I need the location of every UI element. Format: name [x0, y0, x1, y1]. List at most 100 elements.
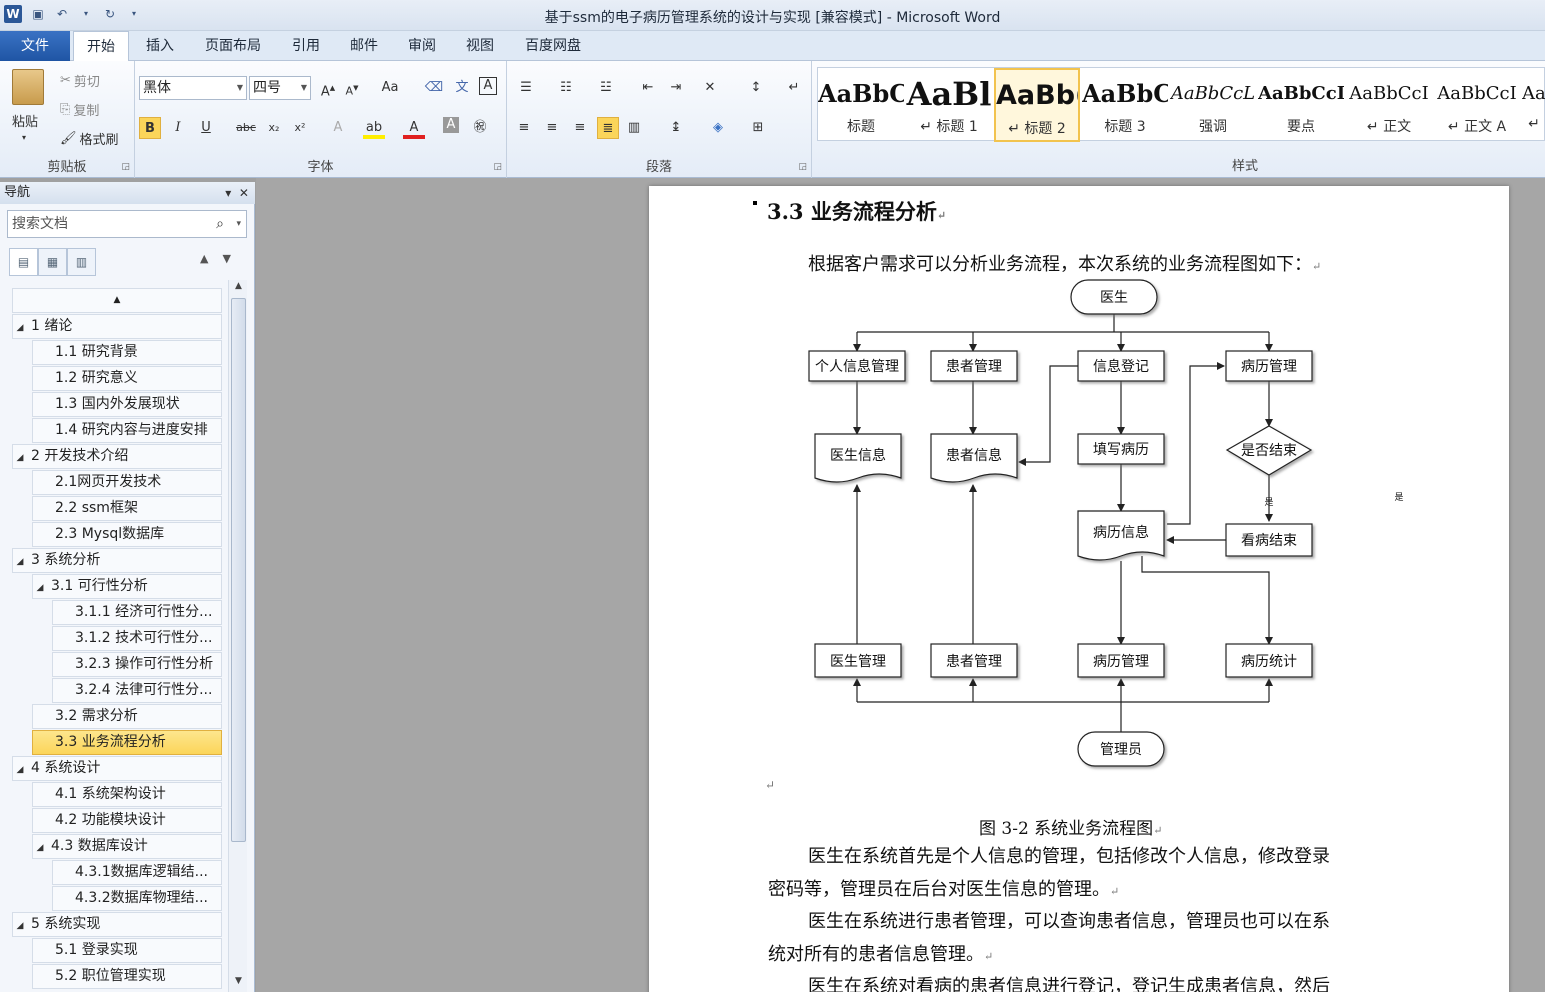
align-left-icon[interactable]: ≡ [513, 117, 535, 139]
nav-heading-item[interactable]: ◢ 2 开发技术介绍 [12, 444, 222, 469]
tab-insert[interactable]: 插入 [138, 31, 182, 61]
font-color-icon[interactable]: A [403, 117, 425, 139]
bold-icon[interactable]: B [139, 117, 161, 139]
nav-heading-item[interactable]: 4.1 系统架构设计 [32, 782, 222, 807]
strikethrough-icon[interactable]: abc [235, 117, 257, 139]
scroll-thumb[interactable] [231, 298, 246, 842]
chevron-down-icon[interactable]: ▾ [236, 211, 241, 237]
next-heading-icon[interactable]: ▼ [222, 252, 230, 265]
char-shading-icon[interactable]: A [443, 117, 459, 133]
search-icon[interactable]: ⌕ [216, 211, 224, 237]
decrease-indent-icon[interactable]: ⇤ [637, 77, 659, 99]
nav-heading-item[interactable]: 4.3.1数据库逻辑结... [52, 860, 222, 885]
align-center-icon[interactable]: ≡ [541, 117, 563, 139]
nav-heading-item[interactable]: 1.3 国内外发展现状 [32, 392, 222, 417]
nav-heading-item[interactable]: 1.2 研究意义 [32, 366, 222, 391]
format-painter-button[interactable]: 🖌 格式刷 [60, 129, 119, 148]
document-page[interactable]: 3.3 业务流程分析↵ 根据客户需求可以分析业务流程，本次系统的业务流程图如下：… [649, 186, 1509, 992]
subscript-icon[interactable]: x₂ [263, 117, 285, 139]
nav-heading-item[interactable]: 5.2 职位管理实现 [32, 964, 222, 989]
collapse-all-icon[interactable]: ▲ [12, 288, 222, 313]
nav-heading-item[interactable]: 3.2.4 法律可行性分... [52, 678, 222, 703]
line-spacing-icon[interactable]: ↨ [665, 117, 687, 139]
nav-scrollbar[interactable]: ▲ ▼ [228, 280, 247, 992]
change-case-icon[interactable]: Aa [379, 77, 401, 99]
style-normal[interactable]: AaBbCcI ↵ 正文 [1346, 68, 1432, 142]
close-icon[interactable]: ▾ ✕ [225, 182, 249, 204]
style-heading-1[interactable]: AaBl ↵ 标题 1 [906, 68, 992, 142]
nav-heading-item[interactable]: 1.1 研究背景 [32, 340, 222, 365]
style-heading-3[interactable]: AaBbC 标题 3 [1082, 68, 1168, 142]
paste-icon[interactable] [12, 69, 44, 105]
multilevel-list-icon[interactable]: ☳ [595, 77, 617, 99]
nav-search-input[interactable]: 搜索文档 ⌕ ▾ [7, 210, 247, 238]
style-heading-2[interactable]: AaBb(↵ 标题 2 [994, 68, 1080, 142]
nav-heading-item[interactable]: 2.2 ssm框架 [32, 496, 222, 521]
superscript-icon[interactable]: x² [289, 117, 311, 139]
pages-view-icon[interactable]: ▦ [38, 248, 67, 276]
chinese-layout-icon[interactable]: ✕ [699, 77, 721, 99]
grow-font-icon[interactable]: A▲ [317, 77, 339, 99]
tab-mailings[interactable]: 邮件 [342, 31, 386, 61]
nav-heading-item[interactable]: 1.4 研究内容与进度安排 [32, 418, 222, 443]
nav-heading-item[interactable]: ◢ 4.3 数据库设计 [32, 834, 222, 859]
cut-button[interactable]: ✂ 剪切 [60, 71, 100, 90]
tab-file[interactable]: 文件 [0, 31, 70, 61]
paste-button[interactable]: 粘贴 [12, 111, 38, 130]
show-marks-icon[interactable]: ↵ [783, 77, 805, 99]
tab-review[interactable]: 审阅 [400, 31, 444, 61]
scroll-up-icon[interactable]: ▲ [229, 281, 248, 297]
expand-toggle-icon[interactable]: ◢ [13, 447, 27, 468]
increase-indent-icon[interactable]: ⇥ [665, 77, 687, 99]
enclosed-char-icon[interactable]: ㊗ [469, 117, 491, 139]
previous-heading-icon[interactable]: ▲ [200, 252, 208, 265]
highlight-icon[interactable]: ab [363, 117, 385, 139]
font-size-combo[interactable]: 四号 ▼ [249, 76, 311, 100]
numbering-icon[interactable]: ☷ [555, 77, 577, 99]
bullets-icon[interactable]: ☰ [515, 77, 537, 99]
expand-toggle-icon[interactable]: ◢ [33, 577, 47, 598]
tab-page-layout[interactable]: 页面布局 [196, 31, 270, 61]
nav-heading-item[interactable]: 3.2 需求分析 [32, 704, 222, 729]
align-right-icon[interactable]: ≡ [569, 117, 591, 139]
sort-icon[interactable]: ↕ [745, 77, 767, 99]
nav-heading-item[interactable]: 3.1.2 技术可行性分... [52, 626, 222, 651]
expand-toggle-icon[interactable]: ◢ [13, 551, 27, 572]
style-more[interactable]: Aa ↵ [1522, 68, 1545, 142]
font-name-combo[interactable]: 黑体 ▼ [139, 76, 247, 100]
distributed-icon[interactable]: ▥ [623, 117, 645, 139]
shrink-font-icon[interactable]: A▼ [341, 77, 363, 99]
nav-heading-item[interactable]: 2.3 Mysql数据库 [32, 522, 222, 547]
tab-references[interactable]: 引用 [284, 31, 328, 61]
nav-heading-item[interactable]: 5.1 登录实现 [32, 938, 222, 963]
expand-toggle-icon[interactable]: ◢ [33, 837, 47, 858]
tab-baidu-netdisk[interactable]: 百度网盘 [516, 31, 590, 61]
text-effects-icon[interactable]: A [327, 117, 349, 139]
nav-heading-item[interactable]: ◢ 1 绪论 [12, 314, 222, 339]
borders-icon[interactable]: ⊞ [747, 117, 769, 139]
style-normal-a[interactable]: AaBbCcI ↵ 正文 A [1434, 68, 1520, 142]
justify-icon[interactable]: ≣ [597, 117, 619, 139]
nav-heading-item[interactable]: 3.3 业务流程分析 [32, 730, 222, 755]
italic-icon[interactable]: I [167, 117, 189, 139]
char-border-icon[interactable]: A [479, 77, 497, 95]
phonetic-guide-icon[interactable]: 文 [451, 77, 473, 99]
headings-view-icon[interactable]: ▤ [9, 248, 38, 276]
expand-toggle-icon[interactable]: ◢ [13, 915, 27, 936]
dialog-launcher-icon[interactable]: ◲ [798, 162, 807, 172]
nav-heading-item[interactable]: 4.2 功能模块设计 [32, 808, 222, 833]
nav-heading-item[interactable]: ◢ 3 系统分析 [12, 548, 222, 573]
tab-home[interactable]: 开始 [73, 31, 129, 62]
nav-heading-item[interactable]: 3.1.1 经济可行性分... [52, 600, 222, 625]
scroll-down-icon[interactable]: ▼ [229, 976, 248, 992]
expand-toggle-icon[interactable]: ◢ [13, 317, 27, 338]
nav-heading-item[interactable]: ◢ 4 系统设计 [12, 756, 222, 781]
underline-icon[interactable]: U [195, 117, 217, 139]
expand-toggle-icon[interactable]: ◢ [13, 759, 27, 780]
nav-heading-item[interactable]: 2.1网页开发技术 [32, 470, 222, 495]
paste-dropdown-icon[interactable]: ▾ [22, 133, 26, 142]
style-strong[interactable]: AaBbCcI 要点 [1258, 68, 1344, 142]
shading-icon[interactable]: ◈ [707, 117, 729, 139]
nav-heading-item[interactable]: 3.2.3 操作可行性分析 [52, 652, 222, 677]
nav-heading-item[interactable]: 4.3.2数据库物理结... [52, 886, 222, 911]
